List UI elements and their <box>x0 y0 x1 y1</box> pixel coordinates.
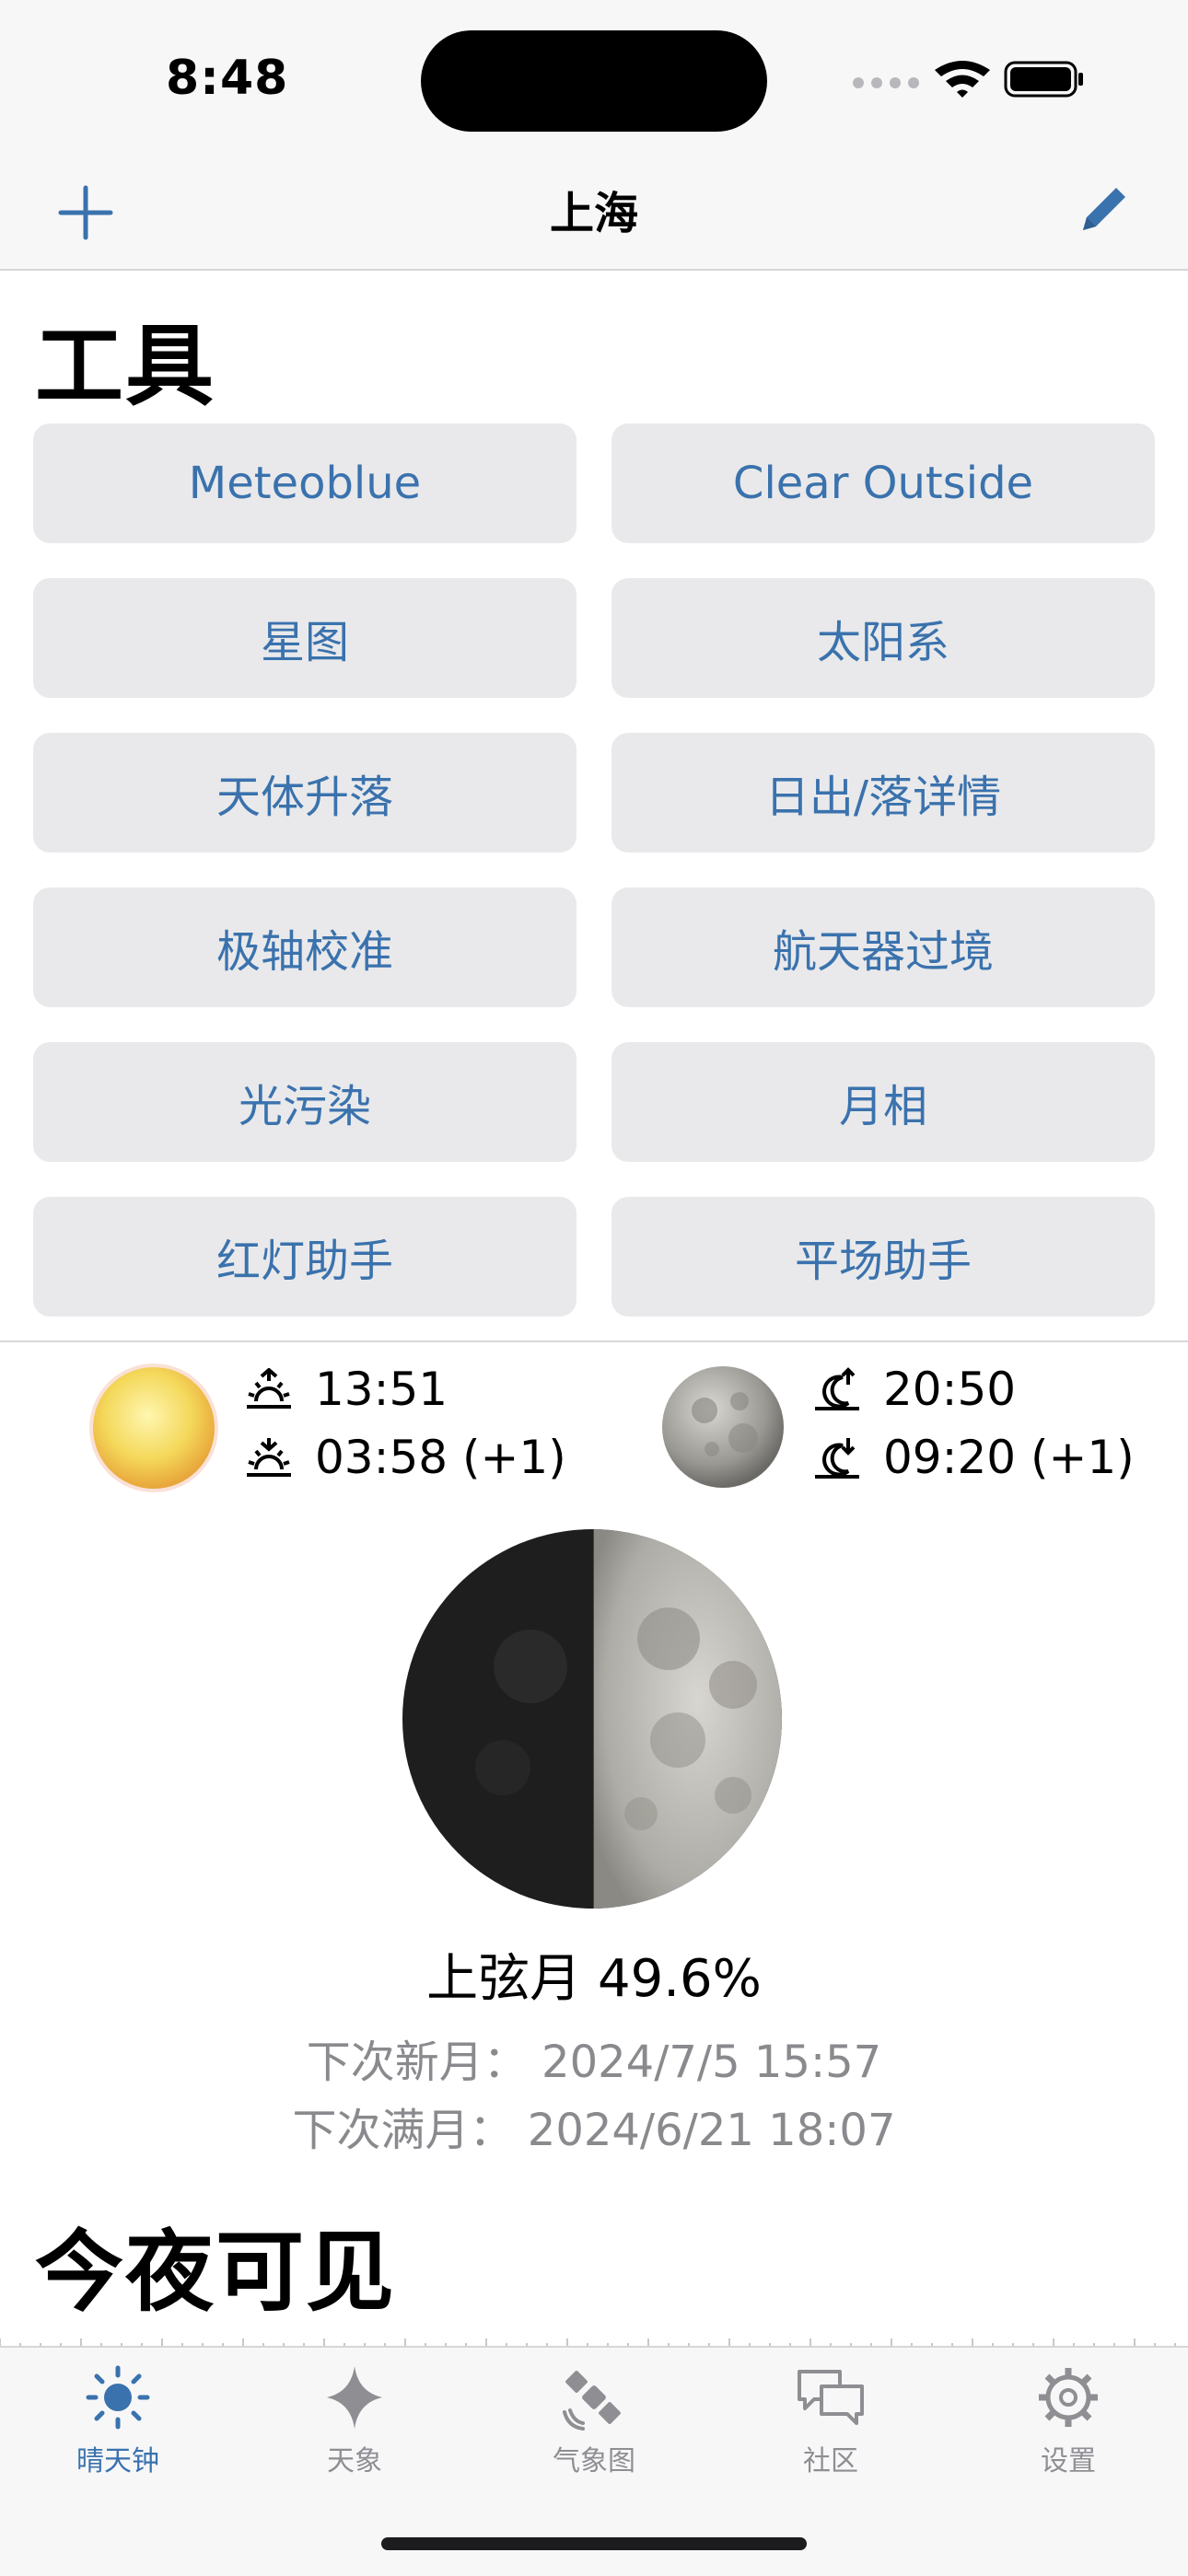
tonight-title: 今夜可见 <box>35 2221 396 2324</box>
tab-label-settings: 设置 <box>1041 2445 1096 2477</box>
tool-button-sunrise-sunset-details[interactable]: 日出/落详情 <box>611 733 1155 853</box>
tools-title: 工具 <box>35 315 215 418</box>
tab-sky-events[interactable]: 天象 <box>262 2364 447 2478</box>
moon-rise-time: 20:50 <box>883 1363 1017 1416</box>
next-new-moon: 下次新月： 2024/7/5 15:57 <box>306 2036 882 2088</box>
tool-button-polar-alignment[interactable]: 极轴校准 <box>33 888 577 1007</box>
sun-icon <box>86 2365 150 2430</box>
sun-image <box>89 1363 218 1492</box>
sun-rise-time: 13:51 <box>315 1363 448 1416</box>
moon-set-row: 09:20 (+1) <box>811 1431 1135 1484</box>
tool-button-solar-system[interactable]: 太阳系 <box>611 578 1155 698</box>
tab-label-weather-maps: 气象图 <box>553 2445 635 2477</box>
tab-label-sky-events: 天象 <box>327 2445 382 2477</box>
tab-weather-maps[interactable]: 气象图 <box>502 2364 686 2478</box>
moonset-icon <box>815 1438 859 1479</box>
page-title: 上海 <box>549 188 638 239</box>
section-divider <box>0 1340 1188 1342</box>
status-time: 8:48 <box>166 51 289 106</box>
tool-button-moon-phase[interactable]: 月相 <box>611 1042 1155 1162</box>
status-icons <box>853 61 1083 98</box>
signal-icon <box>853 77 919 88</box>
moon-phase-label: 上弦月 49.6% <box>426 1949 762 2009</box>
tab-forecast[interactable]: 晴天钟 <box>26 2364 210 2478</box>
tool-button-spacecraft-pass[interactable]: 航天器过境 <box>611 888 1155 1007</box>
wifi-icon <box>935 61 990 98</box>
sun-set-time: 03:58 (+1) <box>315 1431 566 1484</box>
moon-set-time: 09:20 (+1) <box>883 1431 1135 1484</box>
tool-button-flat-field[interactable]: 平场助手 <box>611 1197 1155 1317</box>
home-indicator <box>381 2537 807 2550</box>
gear-icon <box>1039 2368 1098 2427</box>
dynamic-island <box>421 30 767 132</box>
tool-button-object-rise-set[interactable]: 天体升落 <box>33 733 577 853</box>
moonrise-icon <box>815 1367 859 1410</box>
tab-label-forecast: 晴天钟 <box>76 2445 159 2477</box>
sunrise-icon <box>247 1368 291 1409</box>
next-full-moon: 下次满月： 2024/6/21 18:07 <box>292 2105 896 2156</box>
tab-label-community: 社区 <box>803 2445 858 2477</box>
moon-rise-row: 20:50 <box>811 1363 1016 1416</box>
sun-rise-set: 13:51 03:58 (+1) <box>0 1353 594 1510</box>
tool-button-red-light[interactable]: 红灯助手 <box>33 1197 577 1317</box>
tool-button-light-pollution[interactable]: 光污染 <box>33 1042 577 1162</box>
tool-button-star-map[interactable]: 星图 <box>33 578 577 698</box>
tool-button-meteoblue[interactable]: Meteoblue <box>33 424 577 543</box>
moon-rise-set: 20:50 09:20 (+1) <box>594 1353 1188 1510</box>
battery-icon <box>1004 61 1083 98</box>
satellite-icon <box>563 2371 621 2431</box>
sun-set-row: 03:58 (+1) <box>243 1431 566 1484</box>
pencil-icon[interactable] <box>1074 180 1133 239</box>
tools-grid: Meteoblue Clear Outside 星图 太阳系 天体升落 日出/落… <box>33 424 1155 1317</box>
status-bar: 8:48 <box>0 0 1188 157</box>
chat-bubbles-icon <box>798 2370 864 2425</box>
tab-settings[interactable]: 设置 <box>976 2364 1160 2478</box>
sunset-icon <box>247 1438 291 1477</box>
moon-small-image <box>662 1366 784 1488</box>
tab-community[interactable]: 社区 <box>739 2364 923 2478</box>
sparkle-icon <box>327 2366 382 2429</box>
moon-phase-image <box>402 1529 782 1909</box>
nav-bar: 上海 <box>0 157 1188 271</box>
sun-rise-row: 13:51 <box>243 1363 448 1416</box>
tool-button-clear-outside[interactable]: Clear Outside <box>611 424 1155 543</box>
